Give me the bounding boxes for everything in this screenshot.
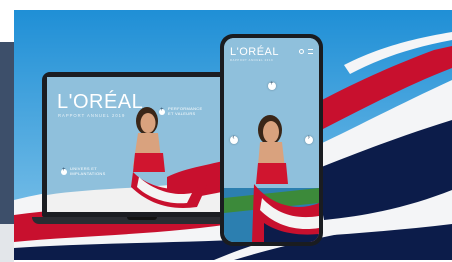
laptop-subtitle: RAPPORT ANNUEL 2019 — [58, 113, 126, 118]
hotspot-performance[interactable]: PERFORMANCE ET VALEURS — [159, 106, 203, 116]
menu-icon[interactable] — [308, 49, 313, 54]
laptop-screen: L'ORÉAL RAPPORT ANNUEL 2019 PERFORMANCE … — [47, 77, 237, 212]
search-icon[interactable] — [299, 49, 304, 54]
plus-icon — [61, 167, 67, 175]
laptop-notch — [127, 217, 157, 220]
hero-scene: L'ORÉAL RAPPORT ANNUEL 2019 PERFORMANCE … — [14, 10, 452, 260]
phone-screen: L'ORÉAL RAPPORT ANNUEL 2019 — [224, 38, 319, 242]
band-top — [0, 0, 14, 42]
phone-subtitle: RAPPORT ANNUEL 2019 — [230, 59, 274, 62]
chevron-left-icon[interactable] — [230, 134, 238, 144]
hotspot-label: PERFORMANCE ET VALEURS — [168, 106, 203, 116]
left-color-band — [0, 0, 14, 262]
hotspot-label: UNIVERS ET IMPLANTATIONS — [70, 166, 106, 176]
laptop-logo: L'ORÉAL — [57, 91, 144, 113]
laptop-mockup: L'ORÉAL RAPPORT ANNUEL 2019 PERFORMANCE … — [32, 72, 252, 226]
phone-logo: L'ORÉAL — [230, 46, 280, 58]
hotspot-univers[interactable]: UNIVERS ET IMPLANTATIONS — [61, 166, 106, 176]
chevron-right-icon[interactable] — [305, 134, 313, 144]
plus-icon — [159, 107, 165, 115]
phone-mockup: L'ORÉAL RAPPORT ANNUEL 2019 — [220, 34, 323, 246]
band-middle — [0, 42, 14, 224]
plus-icon[interactable] — [268, 81, 276, 90]
laptop-lid: L'ORÉAL RAPPORT ANNUEL 2019 PERFORMANCE … — [42, 72, 242, 217]
band-bottom — [0, 224, 14, 262]
phone-header-icons — [299, 49, 313, 54]
